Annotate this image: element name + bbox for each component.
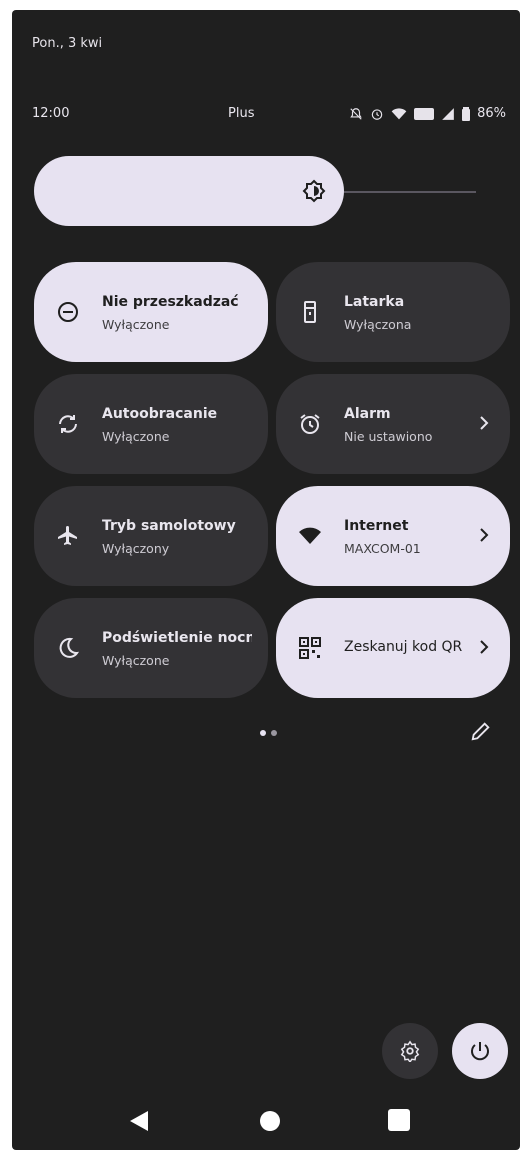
page-dot-1 <box>260 730 266 736</box>
status-icons: 86% <box>349 106 506 121</box>
tile-title: Latarka <box>344 294 405 310</box>
settings-button[interactable] <box>382 1023 438 1079</box>
flashlight-icon <box>304 301 316 323</box>
vowifi-icon <box>414 107 435 120</box>
tile-auto-rotate[interactable]: Autoobracanie Wyłączone <box>34 374 268 474</box>
brightness-icon <box>302 179 326 203</box>
airplane-icon <box>58 526 77 545</box>
power-icon <box>471 1042 489 1061</box>
wifi-icon <box>299 527 321 544</box>
brightness-slider[interactable] <box>34 156 344 226</box>
chevron-right-icon <box>480 416 489 430</box>
tile-subtitle: Wyłączone <box>102 429 170 444</box>
tile-title: Alarm <box>344 406 391 422</box>
tile-title: Zeskanuj kod QR <box>344 639 463 655</box>
tile-title: Podświetlenie nocne <box>102 630 252 646</box>
tile-subtitle: MAXCOM-01 <box>344 541 421 556</box>
bell-off-icon <box>350 107 362 120</box>
tile-subtitle: Wyłączone <box>102 653 170 668</box>
battery-icon <box>462 106 471 121</box>
quick-settings-panel: Pon., 3 kwi 12:00 Plus 86% Nie przeszkad… <box>12 10 520 1150</box>
chevron-right-icon <box>480 528 489 542</box>
tile-title: Internet <box>344 518 409 534</box>
moon-icon <box>59 637 80 658</box>
wifi-status-icon <box>391 107 407 119</box>
tile-qr-scanner[interactable]: Zeskanuj kod QR <box>276 598 510 698</box>
status-carrier: Plus <box>228 106 255 121</box>
edit-pencil-icon[interactable] <box>470 720 492 742</box>
tile-title: Nie przeszkadzać <box>102 294 239 310</box>
brightness-track[interactable] <box>344 191 476 193</box>
date-label: Pon., 3 kwi <box>32 36 103 51</box>
home-icon[interactable] <box>260 1111 280 1131</box>
tile-airplane-mode[interactable]: Tryb samolotowy Wyłączony <box>34 486 268 586</box>
navigation-bar <box>12 1105 520 1145</box>
signal-icon <box>442 107 454 120</box>
gear-icon <box>400 1040 420 1062</box>
chevron-right-icon <box>480 640 489 654</box>
status-time: 12:00 <box>32 106 70 121</box>
tile-do-not-disturb[interactable]: Nie przeszkadzać Wyłączone <box>34 262 268 362</box>
power-button[interactable] <box>452 1023 508 1079</box>
page-indicator <box>260 730 277 736</box>
alarm-status-icon <box>371 108 383 120</box>
battery-percent: 86% <box>477 106 506 121</box>
back-icon[interactable] <box>128 1109 150 1133</box>
status-bar: 12:00 Plus 86% <box>32 106 506 128</box>
tile-internet[interactable]: Internet MAXCOM-01 <box>276 486 510 586</box>
recent-apps-icon[interactable] <box>388 1109 410 1131</box>
qr-code-icon <box>299 637 321 659</box>
page-dot-2 <box>271 730 277 736</box>
tile-subtitle: Wyłączony <box>102 541 170 556</box>
alarm-icon <box>300 414 320 434</box>
rotate-icon <box>59 415 77 433</box>
tile-subtitle: Wyłączona <box>344 317 412 332</box>
tile-title: Tryb samolotowy <box>102 518 236 534</box>
tile-subtitle: Wyłączone <box>102 317 170 332</box>
tile-subtitle: Nie ustawiono <box>344 429 433 444</box>
tile-night-light[interactable]: Podświetlenie nocne Wyłączone <box>34 598 268 698</box>
tile-alarm[interactable]: Alarm Nie ustawiono <box>276 374 510 474</box>
tile-title: Autoobracanie <box>102 406 218 422</box>
minus-circle-icon <box>58 302 78 322</box>
tile-flashlight[interactable]: Latarka Wyłączona <box>276 262 510 362</box>
